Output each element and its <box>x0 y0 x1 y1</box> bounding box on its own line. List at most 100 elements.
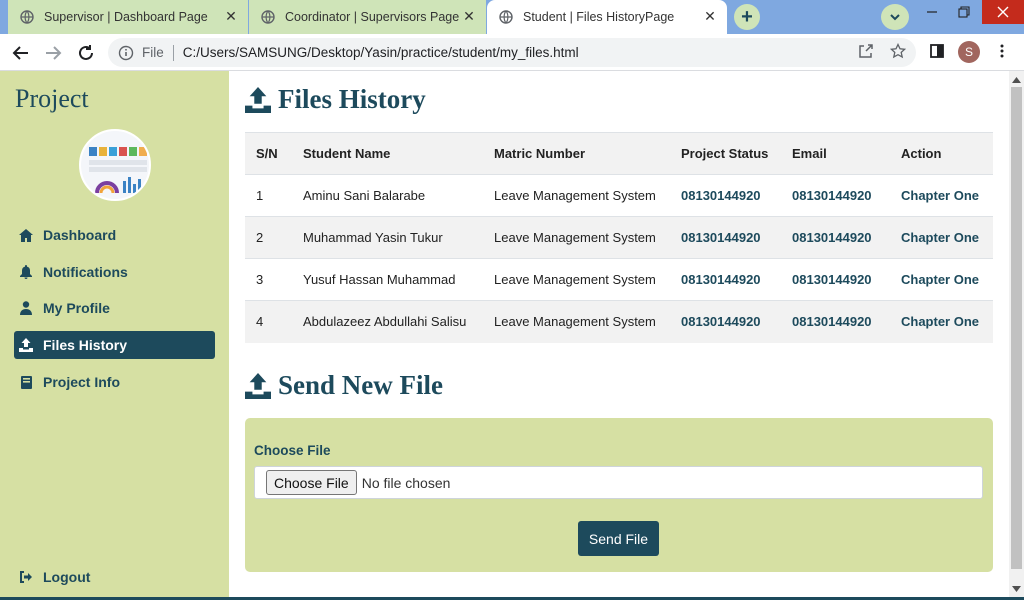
url-protocol: File <box>142 45 164 60</box>
globe-icon <box>20 10 34 24</box>
browser-tab-strip: Supervisor | Dashboard Page ✕ Coordinato… <box>0 0 1024 34</box>
page: Project Dashboard Notifications My Profi… <box>0 71 1024 600</box>
cell-sn: 3 <box>245 258 292 301</box>
tab-search-button[interactable] <box>881 4 909 30</box>
files-history-heading: Files History <box>245 84 426 115</box>
column-header: Action <box>890 132 993 175</box>
scrollbar[interactable] <box>1009 71 1024 600</box>
restore-icon <box>958 6 970 18</box>
forward-button[interactable] <box>40 40 66 66</box>
menu-button[interactable] <box>991 40 1013 62</box>
browser-tab-student[interactable]: Student | Files HistoryPage ✕ <box>487 0 727 34</box>
minimize-icon <box>927 11 937 13</box>
sidebar-item-project-info[interactable]: Project Info <box>14 368 215 396</box>
files-history-table: S/N Student Name Matric Number Project S… <box>245 132 993 343</box>
book-icon <box>19 375 33 389</box>
file-input[interactable]: Choose File No file chosen <box>254 466 983 499</box>
cell-matric-number: Leave Management System <box>483 258 670 301</box>
share-icon <box>859 44 873 58</box>
upload-form: Choose File Choose File No file chosen S… <box>245 418 993 572</box>
send-new-file-heading: Send New File <box>245 370 443 401</box>
table-row: 4 Abdulazeez Abdullahi Salisu Leave Mana… <box>245 300 993 343</box>
share-button[interactable] <box>855 40 877 62</box>
cell-sn: 1 <box>245 174 292 217</box>
cell-action-link[interactable]: Chapter One <box>890 216 993 259</box>
column-header: Matric Number <box>483 132 670 175</box>
column-header: Project Status <box>670 132 781 175</box>
cell-sn: 2 <box>245 216 292 259</box>
no-file-chosen-text: No file chosen <box>361 474 451 491</box>
browser-tab-title: Supervisor | Dashboard Page <box>44 10 208 24</box>
scrollbar-thumb[interactable] <box>1011 87 1022 569</box>
table-row: 1 Aminu Sani Balarabe Leave Management S… <box>245 174 993 217</box>
sidebar-item-notifications[interactable]: Notifications <box>14 258 215 286</box>
page-title: Files History <box>278 84 426 114</box>
profile-avatar[interactable]: S <box>958 41 980 63</box>
main-content: Files History S/N Student Name Matric Nu… <box>229 71 1009 600</box>
back-button[interactable] <box>8 40 34 66</box>
cell-action-link[interactable]: Chapter One <box>890 300 993 343</box>
cell-student-name: Aminu Sani Balarabe <box>292 174 483 217</box>
cell-project-status[interactable]: 08130144920 <box>670 174 781 217</box>
browser-tab-coordinator[interactable]: Coordinator | Supervisors Page ✕ <box>249 0 486 34</box>
dashboard-thumbnail-image <box>79 129 151 201</box>
close-icon[interactable]: ✕ <box>462 8 476 24</box>
cell-email[interactable]: 08130144920 <box>781 258 890 301</box>
cell-email[interactable]: 08130144920 <box>781 300 890 343</box>
sidebar-item-label: My Profile <box>43 300 110 316</box>
logout-link[interactable]: Logout <box>14 563 215 591</box>
table-header-row: S/N Student Name Matric Number Project S… <box>245 132 993 175</box>
info-icon[interactable] <box>118 45 134 61</box>
cell-student-name: Muhammad Yasin Tukur <box>292 216 483 259</box>
column-header: Student Name <box>292 132 483 175</box>
scroll-up-icon[interactable] <box>1012 75 1021 84</box>
column-header: Email <box>781 132 890 175</box>
close-icon <box>997 6 1009 18</box>
window-close-button[interactable] <box>982 0 1024 24</box>
star-icon <box>890 43 906 59</box>
cell-email[interactable]: 08130144920 <box>781 174 890 217</box>
cell-action-link[interactable]: Chapter One <box>890 174 993 217</box>
sidebar-item-label: Project Info <box>43 374 121 390</box>
choose-file-button[interactable]: Choose File <box>266 470 357 495</box>
reload-button[interactable] <box>73 40 99 66</box>
sidebar-item-files-history[interactable]: Files History <box>14 331 215 359</box>
sidebar-item-label: Files History <box>43 337 128 353</box>
close-icon[interactable]: ✕ <box>703 8 717 24</box>
cell-project-status[interactable]: 08130144920 <box>670 258 781 301</box>
arrow-left-icon <box>12 46 28 60</box>
plus-icon: + <box>741 6 753 28</box>
sidebar-item-dashboard[interactable]: Dashboard <box>14 221 215 249</box>
cell-matric-number: Leave Management System <box>483 216 670 259</box>
cell-student-name: Abdulazeez Abdullahi Salisu <box>292 300 483 343</box>
upload-icon <box>245 372 271 399</box>
bell-icon <box>19 265 33 279</box>
globe-icon <box>499 10 513 24</box>
address-bar[interactable]: File C:/Users/SAMSUNG/Desktop/Yasin/prac… <box>108 38 916 67</box>
cell-project-status[interactable]: 08130144920 <box>670 300 781 343</box>
chevron-down-icon <box>890 14 900 21</box>
close-icon[interactable]: ✕ <box>224 8 238 24</box>
upload-icon <box>245 86 271 113</box>
send-file-button[interactable]: Send File <box>578 521 659 556</box>
side-panel-icon <box>930 44 944 58</box>
kebab-menu-icon <box>1000 44 1004 58</box>
sidebar-item-my-profile[interactable]: My Profile <box>14 294 215 322</box>
browser-tab-title: Coordinator | Supervisors Page <box>285 10 460 24</box>
restore-button[interactable] <box>948 0 980 24</box>
arrow-right-icon <box>46 46 62 60</box>
choose-file-label: Choose File <box>254 443 331 458</box>
table-row: 3 Yusuf Hassan Muhammad Leave Management… <box>245 258 993 301</box>
cell-matric-number: Leave Management System <box>483 300 670 343</box>
bookmark-button[interactable] <box>887 40 909 62</box>
cell-project-status[interactable]: 08130144920 <box>670 216 781 259</box>
sidebar-item-label: Notifications <box>43 264 128 280</box>
minimize-button[interactable] <box>916 0 948 24</box>
scroll-down-icon[interactable] <box>1012 584 1021 593</box>
browser-tab-supervisor[interactable]: Supervisor | Dashboard Page ✕ <box>8 0 248 34</box>
cell-email[interactable]: 08130144920 <box>781 216 890 259</box>
url-text[interactable]: C:/Users/SAMSUNG/Desktop/Yasin/practice/… <box>183 45 579 60</box>
new-tab-button[interactable]: + <box>734 4 760 30</box>
side-panel-button[interactable] <box>926 40 948 62</box>
cell-action-link[interactable]: Chapter One <box>890 258 993 301</box>
